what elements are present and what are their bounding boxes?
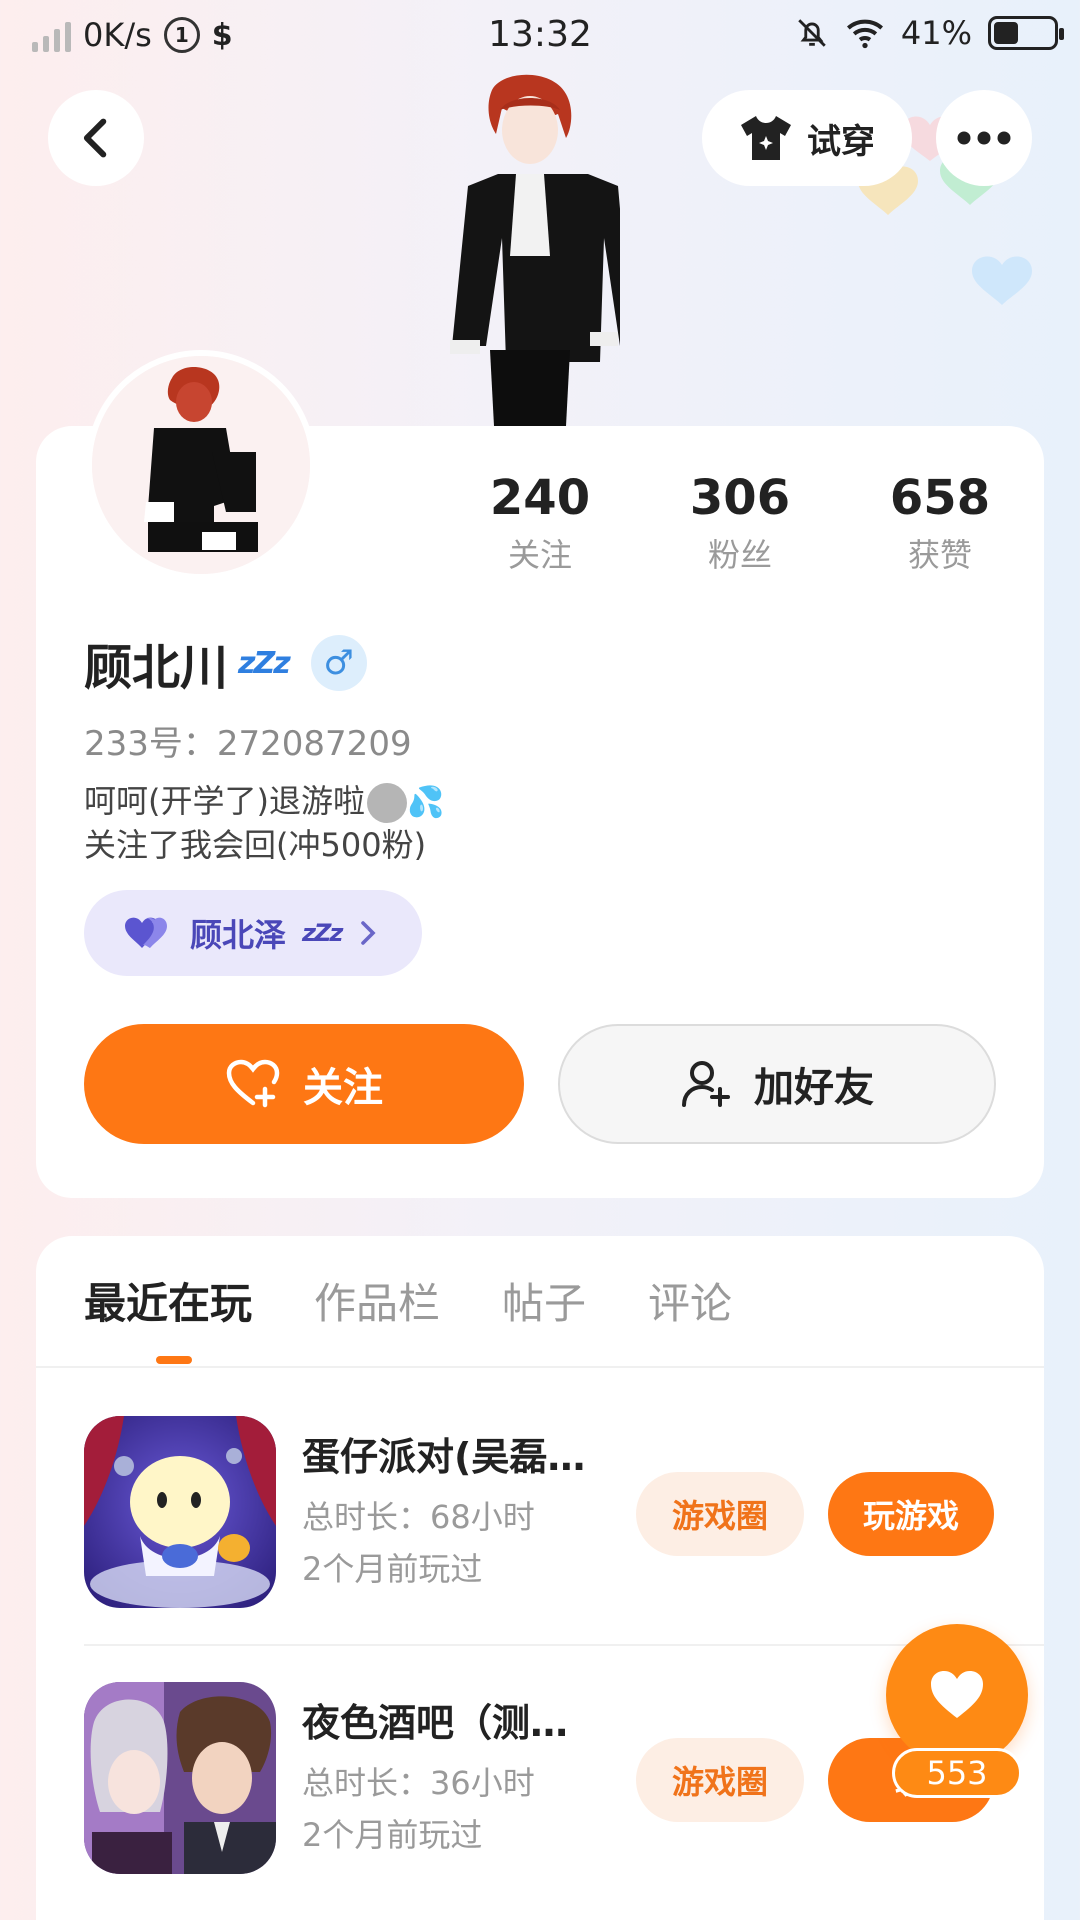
male-gender-icon: ♂	[310, 635, 367, 691]
game-circle-button[interactable]: 游戏圈	[636, 1472, 804, 1556]
stat-label: 获赞	[907, 536, 972, 574]
stat-value: 306	[689, 470, 791, 526]
profile-name: 顾北川	[84, 640, 229, 696]
heart-plus-icon	[226, 1059, 280, 1108]
wifi-icon	[846, 19, 883, 49]
stat-followers[interactable]: 306 粉丝	[640, 470, 840, 576]
game-icon-eggy-party[interactable]	[84, 1416, 276, 1608]
night-bar-icon	[84, 1682, 276, 1874]
battery-level	[994, 22, 1018, 44]
tab-works[interactable]: 作品栏	[314, 1270, 440, 1331]
tshirt-icon	[741, 116, 791, 160]
profile-name-row: 顾北川 zZz ♂	[84, 628, 367, 698]
tab-recently-played[interactable]: 最近在玩	[84, 1270, 252, 1331]
stat-label: 粉丝	[707, 536, 772, 574]
profile-avatar[interactable]	[86, 350, 316, 580]
tab-posts[interactable]: 帖子	[502, 1270, 586, 1331]
follow-label: 关注	[303, 1065, 383, 1111]
play-game-button[interactable]: 玩游戏	[828, 1472, 994, 1556]
add-friend-label: 加好友	[754, 1065, 874, 1111]
profile-tabs: 最近在玩 作品栏 帖子 评论	[84, 1270, 732, 1331]
stat-likes[interactable]: 658 获赞	[840, 470, 1040, 576]
add-user-icon	[682, 1061, 730, 1107]
follow-button[interactable]: 关注	[84, 1024, 524, 1144]
game-duration: 总时长：68小时	[302, 1498, 535, 1536]
bio-line-1: 呵呵(开学了)退游啦	[84, 782, 365, 820]
battery-percent: 41%	[900, 14, 972, 52]
eggy-party-icon	[84, 1416, 276, 1608]
stat-label: 关注	[507, 536, 572, 574]
profile-bio: 呵呵(开学了)退游啦 💦 关注了我会回(冲500粉)	[84, 780, 444, 866]
cp-zzz-icon: zZz	[302, 919, 343, 947]
face-emoji-icon	[366, 783, 407, 823]
game-row[interactable]: 蛋仔派对(吴磊… 总时长：68小时 2个月前玩过 游戏圈 玩游戏	[84, 1416, 1044, 1612]
like-fab-button[interactable]	[886, 1624, 1028, 1766]
more-options-button[interactable]	[936, 90, 1032, 186]
game-duration: 总时长：36小时	[302, 1764, 535, 1802]
cp-relation-pill[interactable]: 顾北泽 zZz	[84, 890, 422, 976]
game-icon-night-bar[interactable]	[84, 1682, 276, 1874]
game-circle-button[interactable]: 游戏圈	[636, 1738, 804, 1822]
avatar-figure-image	[92, 356, 310, 574]
stat-following[interactable]: 240 关注	[440, 470, 640, 576]
mute-bell-icon	[798, 19, 826, 47]
status-bar: 0K/s 1 $ 13:32 41%	[0, 0, 1080, 76]
heart-icon	[931, 1671, 983, 1718]
chevron-left-icon	[83, 118, 107, 158]
battery-icon	[988, 16, 1064, 50]
bio-line-2: 关注了我会回(冲500粉)	[84, 826, 427, 864]
cp-name: 顾北泽	[190, 916, 287, 954]
game-title: 蛋仔派对(吴磊…	[302, 1435, 586, 1479]
tab-comments[interactable]: 评论	[648, 1270, 732, 1331]
tabs-divider	[36, 1366, 1044, 1368]
game-last-played: 2个月前玩过	[302, 1816, 483, 1854]
stat-value: 658	[889, 470, 991, 526]
row-divider	[84, 1644, 1044, 1646]
avatar-3d-figure	[450, 74, 620, 426]
sweat-drops-icon: 💦	[406, 785, 445, 820]
chevron-right-icon	[361, 921, 376, 945]
profile-uid: 233号：272087209	[84, 724, 412, 764]
try-on-label: 试穿	[807, 121, 875, 162]
game-last-played: 2个月前玩过	[302, 1550, 483, 1588]
back-button[interactable]	[48, 90, 144, 186]
add-friend-button[interactable]: 加好友	[558, 1024, 996, 1144]
like-count-badge: 553	[892, 1748, 1022, 1798]
double-heart-icon	[125, 917, 167, 948]
profile-stats: 240 关注 306 粉丝 658 获赞	[440, 470, 1040, 576]
try-on-button[interactable]: 试穿	[702, 90, 912, 186]
active-tab-indicator	[156, 1356, 192, 1364]
more-dots-icon	[957, 131, 1011, 145]
status-right: 41%	[795, 14, 1064, 52]
sleep-zzz-icon: zZz	[238, 645, 291, 681]
game-title: 夜色酒吧（测…	[302, 1701, 569, 1745]
stat-value: 240	[489, 470, 591, 526]
